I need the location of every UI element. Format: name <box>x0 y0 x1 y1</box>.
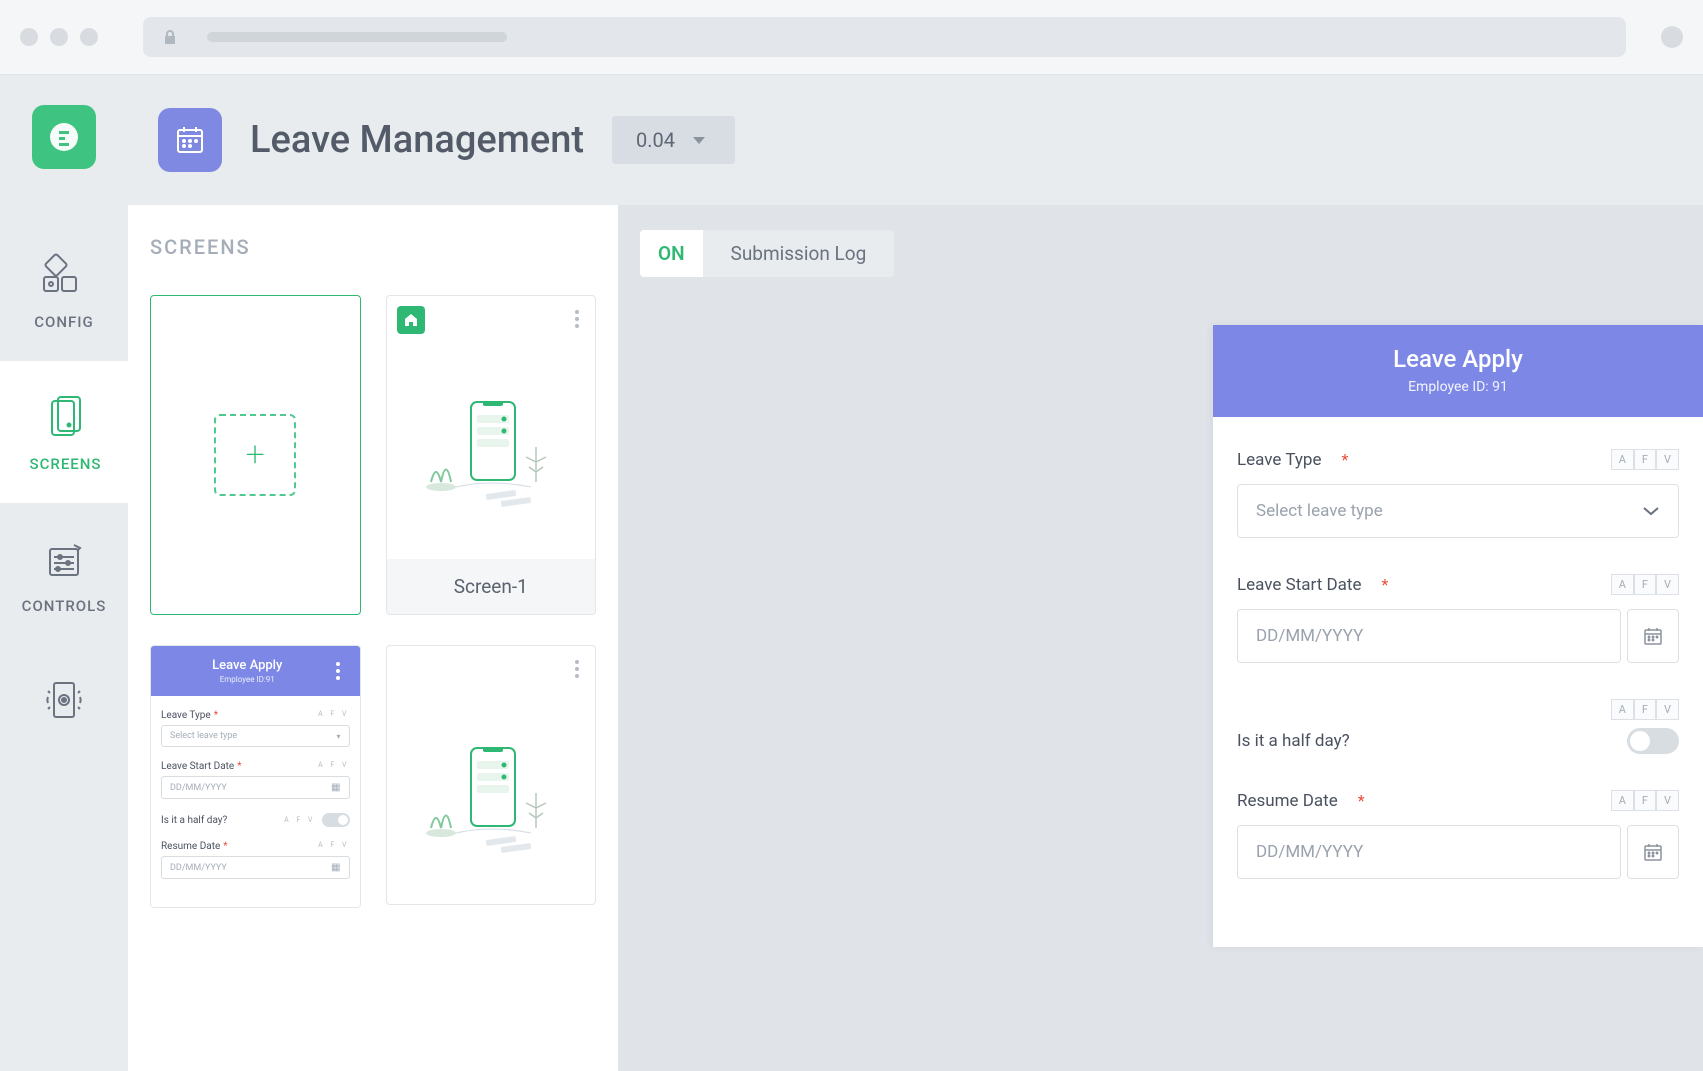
screen-card-label: Screen-1 <box>387 559 596 614</box>
resume-date-field: Resume Date * A F V DD/MM/YYYY <box>1237 790 1679 879</box>
window-controls <box>20 28 98 46</box>
screen-card-1[interactable]: Screen-1 <box>386 295 597 615</box>
screen-card-2[interactable] <box>386 645 597 905</box>
nav-config-label: CONFIG <box>34 313 94 331</box>
start-date-field: Leave Start Date * A F V DD/MM/YYYY <box>1237 574 1679 663</box>
screens-heading: SCREENS <box>150 235 596 259</box>
nav-screens-label: SCREENS <box>30 455 102 473</box>
required-star: * <box>1341 450 1348 469</box>
preview-menu-icon[interactable] <box>330 658 346 684</box>
version-selector[interactable]: 0.04 <box>612 116 735 164</box>
canvas-area: ON Submission Log Leave Apply Employee I… <box>618 205 1703 1071</box>
lock-icon <box>163 29 177 45</box>
screen-thumbnail <box>387 344 596 559</box>
afv-tags[interactable]: A F V <box>1611 699 1679 720</box>
resume-date-input[interactable]: DD/MM/YYYY <box>1237 825 1621 879</box>
maximize-dot[interactable] <box>80 28 98 46</box>
profile-avatar[interactable] <box>1661 26 1683 48</box>
chevron-down-icon <box>693 137 705 144</box>
plus-icon: + <box>214 414 296 496</box>
app-logo[interactable] <box>32 105 96 169</box>
nav-config[interactable]: CONFIG <box>0 219 128 361</box>
card-menu-icon[interactable] <box>569 656 585 682</box>
start-date-label: Leave Start Date <box>1237 575 1362 595</box>
leave-type-select[interactable]: Select leave type <box>1237 484 1679 538</box>
required-star: * <box>1358 791 1365 810</box>
calendar-icon <box>1643 626 1663 646</box>
form-title: Leave Apply <box>1233 345 1683 373</box>
chevron-down-icon <box>1642 506 1660 516</box>
form-subtitle: Employee ID: 91 <box>1233 379 1683 395</box>
afv-tags[interactable]: A F V <box>1611 790 1679 811</box>
calendar-button[interactable] <box>1627 609 1679 663</box>
close-dot[interactable] <box>20 28 38 46</box>
browser-chrome <box>0 0 1703 75</box>
mini-toggle <box>322 813 350 827</box>
half-day-field: A F V Is it a half day? <box>1237 699 1679 754</box>
screen-card-preview[interactable]: Leave Apply Employee ID:91 Leave Type*A … <box>150 645 361 908</box>
required-star: * <box>1382 575 1389 594</box>
add-screen-card[interactable]: + <box>150 295 361 615</box>
app-title: Leave Management <box>250 118 584 162</box>
form-header: Leave Apply Employee ID: 91 <box>1213 325 1703 417</box>
on-toggle-button[interactable]: ON <box>640 230 703 277</box>
screen-thumbnail <box>387 692 596 904</box>
half-day-label: Is it a half day? <box>1237 731 1350 751</box>
calendar-button[interactable] <box>1627 825 1679 879</box>
leave-type-field: Leave Type * A F V Select leave type <box>1237 449 1679 538</box>
nav-controls-label: CONTROLS <box>22 597 107 615</box>
form-preview: Leave Apply Employee ID: 91 Leave Type * … <box>1213 325 1703 947</box>
start-date-input[interactable]: DD/MM/YYYY <box>1237 609 1621 663</box>
nav-preview[interactable] <box>0 645 128 757</box>
url-text <box>207 32 507 42</box>
url-bar[interactable] <box>143 17 1626 57</box>
minimize-dot[interactable] <box>50 28 68 46</box>
resume-date-label: Resume Date <box>1237 791 1338 811</box>
nav-screens[interactable]: SCREENS <box>0 361 128 503</box>
submission-log-button[interactable]: Submission Log <box>703 230 895 277</box>
preview-title: Leave Apply <box>165 658 330 673</box>
calendar-icon <box>1643 842 1663 862</box>
screens-panel: SCREENS + <box>128 205 618 1071</box>
afv-tags[interactable]: A F V <box>1611 574 1679 595</box>
version-value: 0.04 <box>636 128 675 152</box>
afv-tags[interactable]: A F V <box>1611 449 1679 470</box>
nav-controls[interactable]: CONTROLS <box>0 503 128 645</box>
home-icon <box>397 306 425 334</box>
leave-type-label: Leave Type <box>1237 450 1321 470</box>
half-day-toggle[interactable] <box>1627 728 1679 754</box>
card-menu-icon[interactable] <box>569 306 585 334</box>
preview-subtitle: Employee ID:91 <box>165 675 330 684</box>
sidebar: CONFIG SCREENS CONTROLS <box>0 75 128 1071</box>
calendar-icon <box>158 108 222 172</box>
header-bar: Leave Management 0.04 <box>128 75 1703 205</box>
